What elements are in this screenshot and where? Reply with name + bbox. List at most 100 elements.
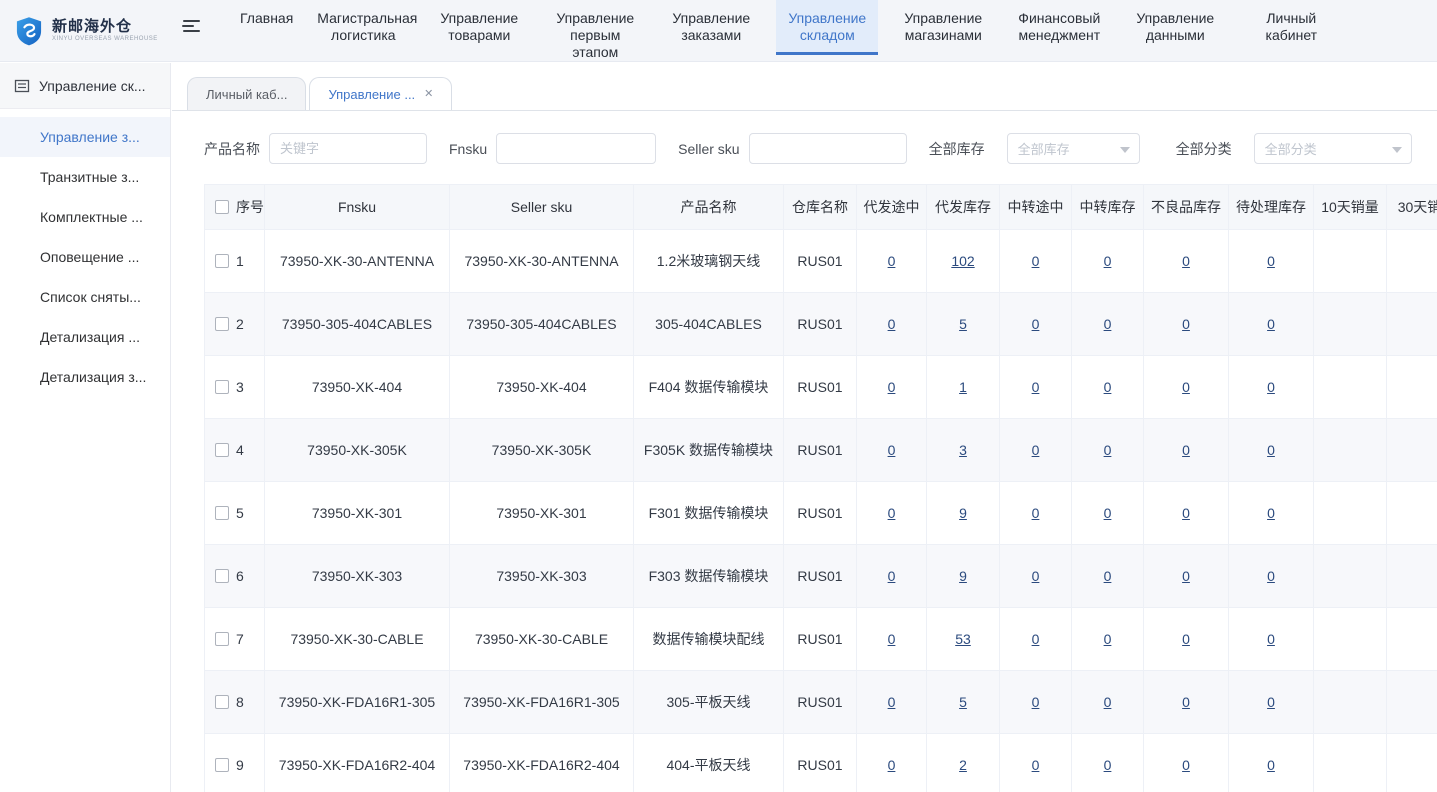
transfer-transit-link[interactable]: 0 xyxy=(1032,316,1040,332)
transfer-stock-link[interactable]: 0 xyxy=(1104,757,1112,773)
dropship-transit-link[interactable]: 0 xyxy=(888,379,896,395)
pending-stock-link[interactable]: 0 xyxy=(1267,316,1275,332)
defective-stock-link[interactable]: 0 xyxy=(1182,631,1190,647)
row-checkbox[interactable] xyxy=(215,632,229,646)
nav-item-store-management[interactable]: Управление магазинами xyxy=(892,0,994,55)
dropship-stock-link[interactable]: 9 xyxy=(959,505,967,521)
transfer-transit-link[interactable]: 0 xyxy=(1032,568,1040,584)
sidebar-collapse-icon[interactable] xyxy=(171,6,211,46)
defective-stock-link[interactable]: 0 xyxy=(1182,316,1190,332)
nav-item-trunk-logistics[interactable]: Магистральная логистика xyxy=(312,0,414,55)
filter-bar: 产品名称 Fnsku Seller sku 全部库存 全部库存 全部分类 xyxy=(172,111,1437,184)
cell-fnsku: 73950-XK-FDA16R2-404 xyxy=(265,734,450,792)
nav-item-goods-management[interactable]: Управление товарами xyxy=(428,0,530,55)
defective-stock-link[interactable]: 0 xyxy=(1182,442,1190,458)
row-checkbox[interactable] xyxy=(215,380,229,394)
transfer-stock-link[interactable]: 0 xyxy=(1104,253,1112,269)
pending-stock-link[interactable]: 0 xyxy=(1267,631,1275,647)
sidebar-item-inventory-management[interactable]: Управление з... xyxy=(0,117,170,157)
dropship-transit-link[interactable]: 0 xyxy=(888,442,896,458)
col-transfer-transit: 中转途中 xyxy=(1000,185,1072,230)
dropship-transit-link[interactable]: 0 xyxy=(888,505,896,521)
sidebar-item-alerts[interactable]: Оповещение ... xyxy=(0,237,170,277)
defective-stock-link[interactable]: 0 xyxy=(1182,379,1190,395)
nav-item-data-management[interactable]: Управление данными xyxy=(1124,0,1226,55)
transfer-transit-link[interactable]: 0 xyxy=(1032,505,1040,521)
pending-stock-link[interactable]: 0 xyxy=(1267,694,1275,710)
transfer-transit-link[interactable]: 0 xyxy=(1032,253,1040,269)
row-checkbox[interactable] xyxy=(215,569,229,583)
dropship-stock-link[interactable]: 9 xyxy=(959,568,967,584)
defective-stock-link[interactable]: 0 xyxy=(1182,757,1190,773)
category-select[interactable]: 全部分类 xyxy=(1254,133,1412,164)
defective-stock-link[interactable]: 0 xyxy=(1182,694,1190,710)
sidebar-section-header[interactable]: Управление ск... xyxy=(0,63,170,109)
transfer-stock-link[interactable]: 0 xyxy=(1104,568,1112,584)
transfer-stock-link[interactable]: 0 xyxy=(1104,442,1112,458)
sidebar-item-details-2[interactable]: Детализация з... xyxy=(0,357,170,397)
select-all-checkbox[interactable] xyxy=(215,200,229,214)
row-index: 9 xyxy=(236,757,244,773)
transfer-transit-link[interactable]: 0 xyxy=(1032,379,1040,395)
transfer-transit-link[interactable]: 0 xyxy=(1032,442,1040,458)
product-name-label: 产品名称 xyxy=(204,139,260,159)
pending-stock-link[interactable]: 0 xyxy=(1267,757,1275,773)
col-sales-10d: 10天销量 xyxy=(1314,185,1387,230)
dropship-transit-link[interactable]: 0 xyxy=(888,253,896,269)
dropship-stock-link[interactable]: 2 xyxy=(959,757,967,773)
row-checkbox[interactable] xyxy=(215,758,229,772)
transfer-stock-link[interactable]: 0 xyxy=(1104,379,1112,395)
dropship-stock-link[interactable]: 5 xyxy=(959,694,967,710)
pending-stock-link[interactable]: 0 xyxy=(1267,505,1275,521)
dropship-stock-link[interactable]: 3 xyxy=(959,442,967,458)
nav-item-order-management[interactable]: Управление заказами xyxy=(660,0,762,55)
transfer-transit-link[interactable]: 0 xyxy=(1032,631,1040,647)
transfer-stock-link[interactable]: 0 xyxy=(1104,631,1112,647)
dropship-transit-link[interactable]: 0 xyxy=(888,568,896,584)
tab-personal-cabinet[interactable]: Личный каб... xyxy=(187,77,306,110)
row-checkbox[interactable] xyxy=(215,443,229,457)
col-dropship-transit: 代发途中 xyxy=(857,185,927,230)
defective-stock-link[interactable]: 0 xyxy=(1182,568,1190,584)
tab-close-icon[interactable]: ✕ xyxy=(424,89,433,100)
seller-sku-input[interactable] xyxy=(749,133,907,164)
nav-item-warehouse-management[interactable]: Управление складом xyxy=(776,0,878,55)
stock-select[interactable]: 全部库存 xyxy=(1007,133,1140,164)
dropship-transit-link[interactable]: 0 xyxy=(888,757,896,773)
defective-stock-link[interactable]: 0 xyxy=(1182,505,1190,521)
dropship-transit-link[interactable]: 0 xyxy=(888,316,896,332)
pending-stock-link[interactable]: 0 xyxy=(1267,253,1275,269)
transfer-stock-link[interactable]: 0 xyxy=(1104,505,1112,521)
dropship-stock-link[interactable]: 1 xyxy=(959,379,967,395)
top-navbar: 新邮海外仓 XINYU OVERSEAS WAREHOUSE Главная М… xyxy=(0,0,1437,62)
tab-warehouse-management[interactable]: Управление ... ✕ xyxy=(309,77,452,110)
sidebar-item-transit[interactable]: Транзитные з... xyxy=(0,157,170,197)
sidebar-item-removed-list[interactable]: Список сняты... xyxy=(0,277,170,317)
transfer-transit-link[interactable]: 0 xyxy=(1032,757,1040,773)
dropship-stock-link[interactable]: 5 xyxy=(959,316,967,332)
sidebar-item-kits[interactable]: Комплектные ... xyxy=(0,197,170,237)
dropship-stock-link[interactable]: 53 xyxy=(955,631,971,647)
sidebar-item-details-1[interactable]: Детализация ... xyxy=(0,317,170,357)
pending-stock-link[interactable]: 0 xyxy=(1267,568,1275,584)
cell-sales-10d xyxy=(1314,293,1387,356)
nav-item-home[interactable]: Главная xyxy=(235,0,298,55)
nav-item-personal-cabinet[interactable]: Личный кабинет xyxy=(1240,0,1342,55)
dropship-transit-link[interactable]: 0 xyxy=(888,694,896,710)
transfer-transit-link[interactable]: 0 xyxy=(1032,694,1040,710)
nav-item-finance[interactable]: Финансовый менеджмент xyxy=(1008,0,1110,55)
pending-stock-link[interactable]: 0 xyxy=(1267,379,1275,395)
row-checkbox[interactable] xyxy=(215,695,229,709)
row-checkbox[interactable] xyxy=(215,254,229,268)
product-name-input[interactable] xyxy=(269,133,427,164)
dropship-transit-link[interactable]: 0 xyxy=(888,631,896,647)
row-checkbox[interactable] xyxy=(215,317,229,331)
transfer-stock-link[interactable]: 0 xyxy=(1104,694,1112,710)
dropship-stock-link[interactable]: 102 xyxy=(951,253,974,269)
row-checkbox[interactable] xyxy=(215,506,229,520)
pending-stock-link[interactable]: 0 xyxy=(1267,442,1275,458)
defective-stock-link[interactable]: 0 xyxy=(1182,253,1190,269)
fnsku-input[interactable] xyxy=(496,133,656,164)
transfer-stock-link[interactable]: 0 xyxy=(1104,316,1112,332)
nav-item-first-stage[interactable]: Управление первым этапом xyxy=(544,0,646,55)
